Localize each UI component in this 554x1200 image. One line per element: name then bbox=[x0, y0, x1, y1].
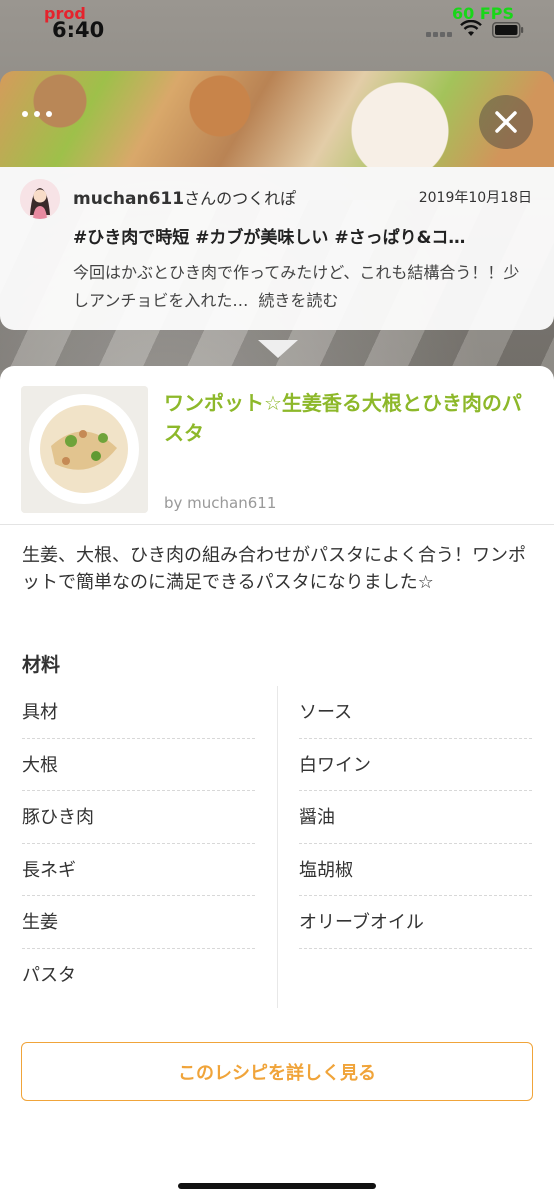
status-time: 6:40 bbox=[52, 18, 105, 42]
recipe-author[interactable]: by muchan611 bbox=[164, 494, 276, 512]
ingredient-item: 長ネギ bbox=[22, 844, 255, 896]
hashtags[interactable]: #ひき肉で時短 #カブが美味しい #さっぱり&コ… bbox=[73, 223, 533, 248]
ingredient-item: オリーブオイル bbox=[299, 896, 532, 949]
recipe-photo bbox=[21, 386, 148, 513]
avatar-illustration bbox=[20, 179, 60, 219]
ingredient-item: 具材 bbox=[22, 686, 255, 739]
ingredient-item: 白ワイン bbox=[299, 739, 532, 791]
read-more-link[interactable]: 続きを読む bbox=[258, 291, 338, 310]
ingredients-column-left: 具材 大根 豚ひき肉 長ネギ 生姜 パスタ bbox=[22, 686, 255, 1001]
tsukurepo-text: 今回はかぶとひき肉で作ってみたけど、これも結構合う！！少しアンチョビを入れた… 続… bbox=[73, 259, 533, 315]
column-separator bbox=[277, 686, 278, 1008]
ingredient-item: 大根 bbox=[22, 739, 255, 791]
close-icon bbox=[495, 111, 517, 133]
more-icon[interactable] bbox=[22, 111, 52, 117]
ingredients-column-right: ソース 白ワイン 醤油 塩胡椒 オリーブオイル bbox=[299, 686, 532, 949]
tsukurepo-card: muchan611さんのつくれぽ 2019年10月18日 #ひき肉で時短 #カブ… bbox=[0, 71, 554, 330]
recipe-description: 生姜、大根、ひき肉の組み合わせがパスタによく合う！ワンポットで簡単なのに満足でき… bbox=[22, 545, 526, 593]
recipe-sheet: ワンポット☆生姜香る大根とひき肉のパスタ by muchan611 生姜、大根、… bbox=[0, 366, 554, 1200]
author-suffix: さんのつくれぽ bbox=[184, 189, 297, 208]
ingredient-item: ソース bbox=[299, 686, 532, 739]
pointer-triangle bbox=[258, 340, 298, 358]
divider bbox=[0, 524, 554, 525]
tsukurepo-author[interactable]: muchan611さんのつくれぽ bbox=[73, 185, 296, 209]
ingredients-list: 具材 大根 豚ひき肉 長ネギ 生姜 パスタ ソース 白ワイン 醤油 塩胡椒 オリ… bbox=[0, 686, 554, 1008]
battery-icon bbox=[492, 22, 524, 38]
avatar[interactable] bbox=[20, 179, 60, 219]
status-bar: prod 6:40 60 FPS bbox=[0, 0, 554, 60]
recipe-title[interactable]: ワンポット☆生姜香る大根とひき肉のパスタ bbox=[164, 388, 534, 448]
view-recipe-button[interactable]: このレシピを詳しく見る bbox=[21, 1042, 533, 1101]
ingredient-item: 塩胡椒 bbox=[299, 844, 532, 896]
ingredient-item: 醤油 bbox=[299, 791, 532, 844]
ingredient-item: 豚ひき肉 bbox=[22, 791, 255, 844]
ingredient-item: 生姜 bbox=[22, 896, 255, 949]
close-button[interactable] bbox=[479, 95, 533, 149]
author-name: muchan611 bbox=[73, 189, 185, 209]
home-indicator[interactable] bbox=[178, 1183, 376, 1189]
ingredients-heading: 材料 bbox=[22, 654, 61, 676]
recipe-thumbnail[interactable] bbox=[21, 386, 148, 513]
ingredient-item: パスタ bbox=[22, 964, 76, 986]
tsukurepo-panel: muchan611さんのつくれぽ 2019年10月18日 #ひき肉で時短 #カブ… bbox=[0, 167, 554, 330]
post-date: 2019年10月18日 bbox=[418, 190, 532, 206]
wifi-icon bbox=[460, 20, 482, 36]
cellular-icon bbox=[426, 32, 454, 38]
tsukurepo-photo bbox=[0, 71, 554, 167]
